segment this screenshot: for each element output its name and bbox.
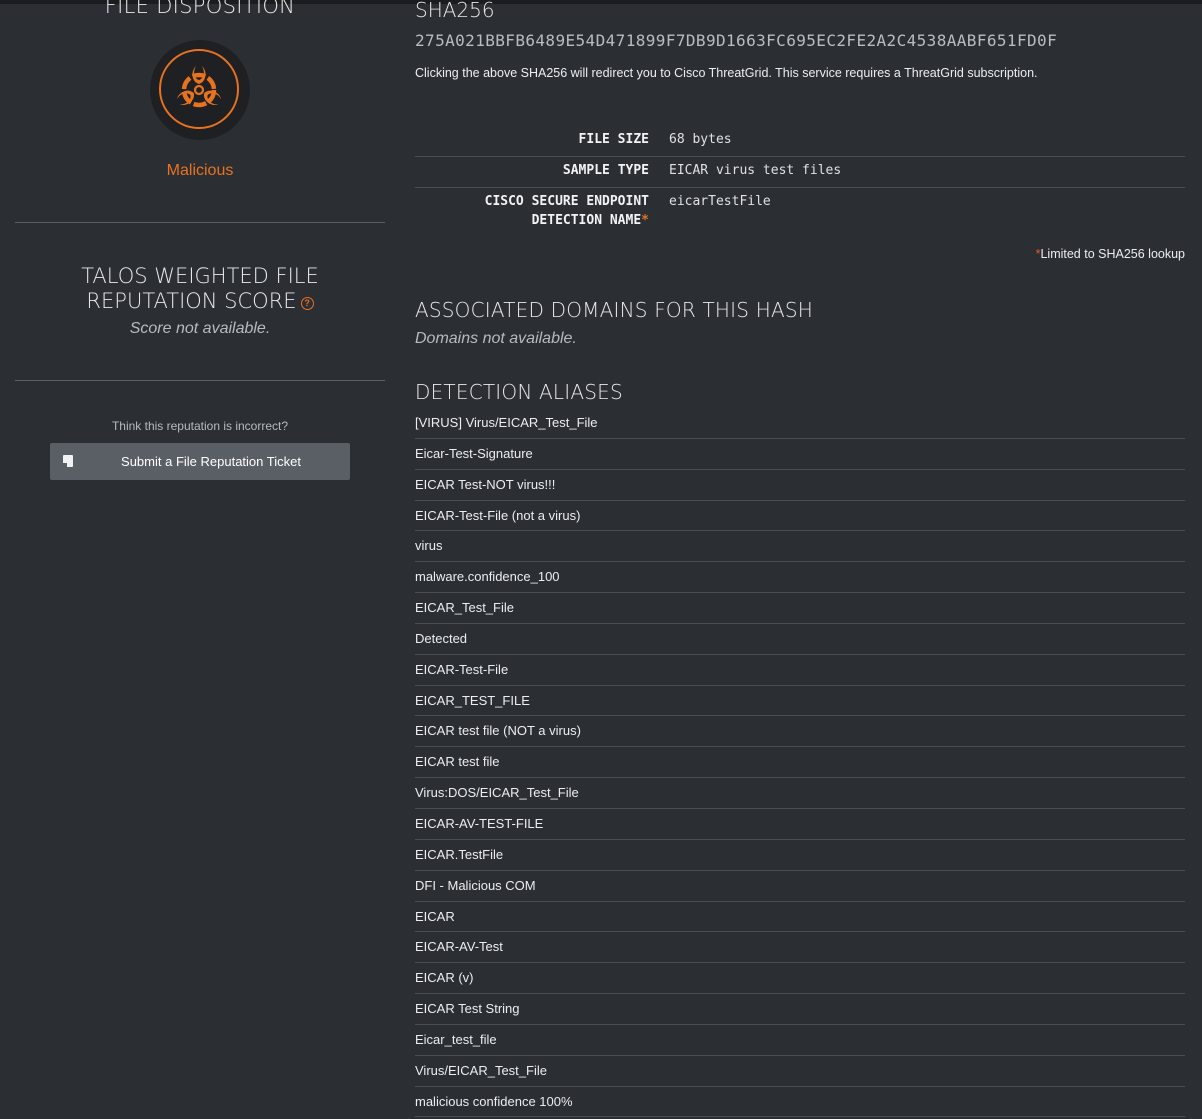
submit-ticket-label: Submit a File Reputation Ticket xyxy=(121,454,301,469)
alias-item: EICAR-Test-File xyxy=(415,655,1185,686)
alias-item: EICAR test file (NOT a virus) xyxy=(415,716,1185,748)
sha256-link[interactable]: 275A021BBFB6489E54D471899F7DB9D1663FC695… xyxy=(415,31,1057,50)
alias-item: EICAR-Test-File (not a virus) xyxy=(415,501,1185,532)
limit-note-text: Limited to SHA256 lookup xyxy=(1040,247,1185,261)
required-asterisk: * xyxy=(641,213,649,228)
detection-label-line2: DETECTION NAME xyxy=(531,213,642,228)
limit-note: *Limited to SHA256 lookup xyxy=(1036,247,1185,261)
disposition-label: Malicious xyxy=(166,162,234,179)
domains-title: ASSOCIATED DOMAINS FOR THIS HASH xyxy=(415,298,813,322)
disposition-title: FILE DISPOSITION xyxy=(104,0,296,18)
alias-item: EICAR xyxy=(415,902,1185,933)
alias-item: [VIRUS] Virus/EICAR_Test_File xyxy=(415,408,1185,439)
row-divider xyxy=(415,187,1185,188)
score-value: Score not available. xyxy=(129,320,271,337)
detection-label-line1: CISCO SECURE ENDPOINT xyxy=(484,194,649,209)
alias-item: malware.confidence_100 xyxy=(415,562,1185,594)
domains-value: Domains not available. xyxy=(415,330,577,347)
sample-type-value: EICAR virus test files xyxy=(669,163,842,178)
alias-item: EICAR (v) xyxy=(415,963,1185,995)
alias-item: Eicar_test_file xyxy=(415,1025,1185,1056)
aliases-list: [VIRUS] Virus/EICAR_Test_File Eicar-Test… xyxy=(415,408,1185,1118)
alias-item: DFI - Malicious COM xyxy=(415,871,1185,902)
alias-item: virus xyxy=(415,531,1185,563)
alias-item: Eicar-Test-Signature xyxy=(415,439,1185,470)
alias-item: EICAR.TestFile xyxy=(415,840,1185,871)
alias-item: Detected xyxy=(415,624,1185,655)
aliases-title: DETECTION ALIASES xyxy=(415,380,623,404)
sha256-title: SHA256 xyxy=(415,0,495,22)
alias-item: EICAR-AV-TEST-FILE xyxy=(415,809,1185,840)
divider xyxy=(15,222,385,223)
submit-ticket-button[interactable]: Submit a File Reputation Ticket xyxy=(50,443,350,480)
biohazard-icon xyxy=(176,66,222,108)
row-divider xyxy=(415,156,1185,157)
divider xyxy=(15,380,385,381)
file-size-label: FILE SIZE xyxy=(578,132,649,147)
file-size-value: 68 bytes xyxy=(669,132,732,147)
alias-item: EICAR-AV-Test xyxy=(415,932,1185,964)
alias-item: EICAR test file xyxy=(415,747,1185,779)
alias-item: Virus/EICAR_Test_File xyxy=(415,1056,1185,1087)
alias-item: Virus:DOS/EICAR_Test_File xyxy=(415,778,1185,809)
disposition-badge xyxy=(150,40,250,140)
detection-name-value: eicarTestFile xyxy=(669,194,771,209)
alias-item: EICAR Test-NOT virus!!! xyxy=(415,470,1185,501)
score-title-text: TALOS WEIGHTED FILE REPUTATION SCORE xyxy=(81,264,319,313)
alias-item: EICAR_TEST_FILE xyxy=(415,686,1185,717)
score-title: TALOS WEIGHTED FILE REPUTATION SCORE? xyxy=(15,264,385,314)
incorrect-prompt: Think this reputation is incorrect? xyxy=(111,419,289,433)
question-icon[interactable]: ? xyxy=(300,297,314,310)
alias-item: EICAR_Test_File xyxy=(415,593,1185,624)
detection-name-label: CISCO SECURE ENDPOINT DETECTION NAME* xyxy=(415,192,649,230)
alias-item: malicious confidence 100% xyxy=(415,1087,1185,1118)
alias-item: EICAR Test String xyxy=(415,994,1185,1025)
sample-type-label: SAMPLE TYPE xyxy=(562,163,649,178)
sha256-note: Clicking the above SHA256 will redirect … xyxy=(415,66,1038,80)
